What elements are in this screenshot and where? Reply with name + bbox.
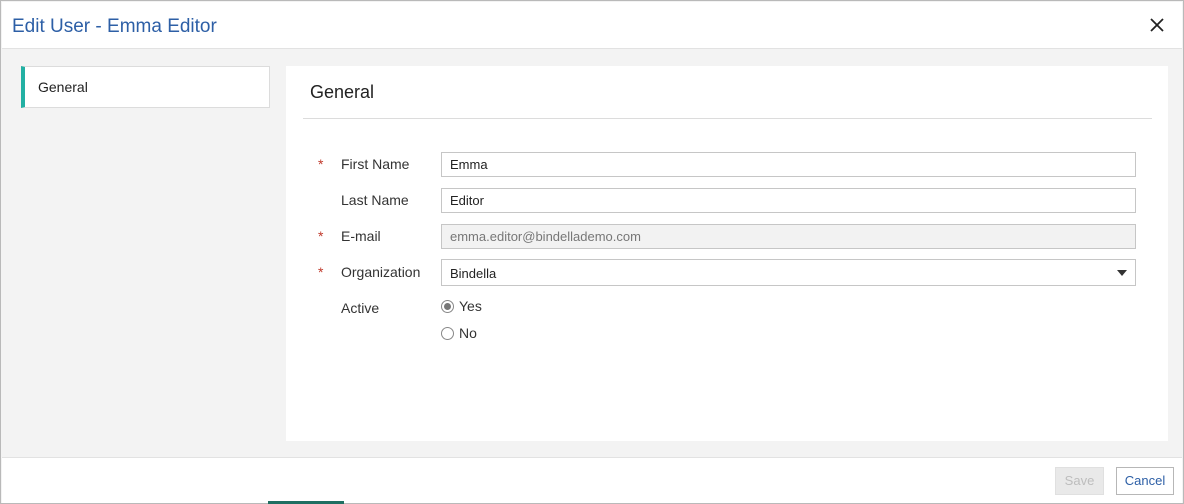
required-marker: * bbox=[318, 228, 324, 244]
required-marker: * bbox=[318, 264, 324, 280]
last-name-label: Last Name bbox=[341, 192, 409, 208]
radio-label-no: No bbox=[459, 325, 477, 341]
first-name-input[interactable] bbox=[441, 152, 1136, 177]
edit-user-dialog: Edit User - Emma Editor General General … bbox=[0, 0, 1184, 504]
dialog-title: Edit User - Emma Editor bbox=[12, 16, 217, 37]
first-name-label: First Name bbox=[341, 156, 410, 172]
required-marker: * bbox=[318, 156, 324, 172]
dialog-header: Edit User - Emma Editor bbox=[2, 2, 1182, 49]
general-panel: General * First Name Last Name * E-mail … bbox=[286, 66, 1168, 441]
panel-title: General bbox=[310, 82, 375, 102]
dialog-body: General General * First Name Last Name *… bbox=[2, 49, 1182, 457]
organization-select[interactable]: Bindella bbox=[441, 259, 1136, 286]
nav-item-label: General bbox=[38, 79, 88, 95]
chevron-down-icon bbox=[1117, 270, 1127, 276]
radio-label-yes: Yes bbox=[459, 298, 482, 314]
panel-divider bbox=[303, 118, 1152, 119]
last-name-input[interactable] bbox=[441, 188, 1136, 213]
radio-button-checked[interactable] bbox=[441, 300, 454, 313]
email-input bbox=[441, 224, 1136, 249]
save-button[interactable]: Save bbox=[1055, 467, 1104, 495]
cancel-button[interactable]: Cancel bbox=[1116, 467, 1174, 495]
email-label: E-mail bbox=[341, 228, 381, 244]
radio-button[interactable] bbox=[441, 327, 454, 340]
organization-value: Bindella bbox=[450, 266, 497, 281]
active-label: Active bbox=[341, 300, 380, 316]
nav-item-general[interactable]: General bbox=[21, 66, 270, 108]
close-button[interactable] bbox=[1146, 14, 1168, 36]
organization-label: Organization bbox=[341, 264, 421, 280]
close-icon bbox=[1150, 18, 1164, 32]
dialog-footer: Save Cancel bbox=[2, 457, 1182, 503]
